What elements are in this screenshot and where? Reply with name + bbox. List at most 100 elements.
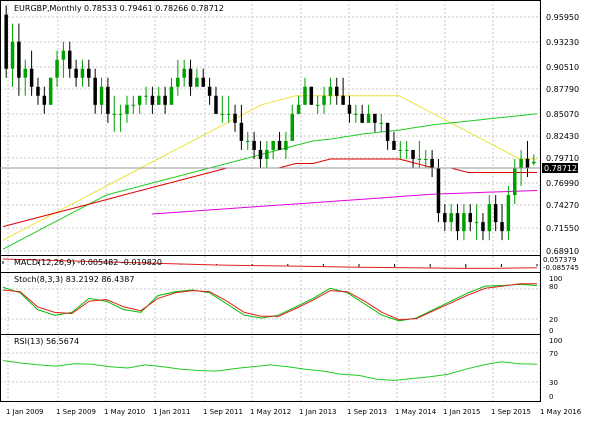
price-tick: 0.90510 bbox=[546, 63, 579, 72]
rsi-line bbox=[2, 360, 538, 381]
price-tick: 0.71550 bbox=[546, 224, 579, 233]
stoch-label: Stoch(8,3,3) 83.2192 86.4387 bbox=[14, 275, 134, 284]
time-tick: 1 Jan 2013 bbox=[299, 408, 337, 416]
candle-body bbox=[4, 14, 8, 69]
time-tick: 1 Sep 2013 bbox=[347, 408, 387, 416]
candle-body bbox=[157, 95, 161, 105]
candle-body bbox=[207, 86, 212, 96]
time-axis: 1 Jan 2009 1 Sep 2009 1 May 2010 1 Jan 2… bbox=[6, 408, 582, 416]
price-tick: 0.76990 bbox=[546, 179, 579, 188]
time-tick: 1 May 2012 bbox=[250, 408, 291, 416]
price-tick: 0.93230 bbox=[546, 38, 579, 47]
macd-label: MACD(12,26,9) -0.005482 -0.019820 bbox=[14, 258, 162, 267]
candle-body bbox=[74, 68, 78, 78]
candle-body bbox=[436, 167, 441, 214]
candle-body bbox=[500, 222, 504, 232]
candle-body bbox=[474, 222, 479, 224]
candle-body bbox=[481, 222, 485, 232]
price-tick: 0.79710 bbox=[546, 154, 579, 163]
rsi-label: RSI(13) 56.5674 bbox=[14, 337, 79, 346]
time-tick: 1 Jan 2015 bbox=[443, 408, 481, 416]
candle-body bbox=[182, 68, 186, 78]
candle-body bbox=[118, 113, 123, 115]
price-tick: 0.85070 bbox=[546, 110, 579, 119]
candle-body bbox=[404, 149, 409, 151]
candle-body bbox=[252, 140, 256, 150]
candle-body bbox=[366, 113, 371, 123]
macd-axis: 0.057379 -0.085745 bbox=[543, 256, 579, 272]
time-tick: 1 May 2014 bbox=[395, 408, 437, 416]
candle-body bbox=[462, 213, 466, 232]
rsi-tick: 30 bbox=[549, 379, 558, 387]
candle-body bbox=[10, 41, 15, 69]
candle-body bbox=[131, 104, 136, 106]
candle-body bbox=[468, 213, 472, 223]
candle-body bbox=[93, 77, 97, 105]
candle-body bbox=[106, 86, 110, 114]
candle-body bbox=[519, 158, 523, 168]
time-tick: 1 Sep 2011 bbox=[203, 408, 243, 416]
ohlc-values-label: 0.78533 0.79461 0.78266 0.78712 bbox=[84, 4, 224, 13]
stoch-tick: 20 bbox=[549, 316, 558, 324]
time-tick: 1 May 2010 bbox=[104, 408, 145, 416]
candle-body bbox=[271, 140, 275, 150]
candle-body bbox=[315, 104, 320, 106]
candle-body bbox=[347, 104, 352, 114]
candle-body bbox=[144, 95, 148, 97]
candle-body bbox=[68, 50, 72, 69]
candle-body bbox=[233, 113, 237, 123]
grid-lines bbox=[0, 0, 541, 402]
candle-body bbox=[239, 122, 244, 141]
candle-body bbox=[214, 95, 218, 114]
candle-body bbox=[42, 95, 47, 105]
candle-body bbox=[398, 149, 403, 151]
chart-symbol-label: EURGBP,Monthly bbox=[14, 4, 82, 13]
candle-body bbox=[246, 140, 250, 142]
candle-body bbox=[328, 86, 333, 96]
stoch-axis: 100 80 20 0 bbox=[549, 275, 562, 335]
candle-body bbox=[449, 213, 453, 223]
candle-body bbox=[354, 113, 358, 115]
candle-body bbox=[290, 113, 294, 141]
candle-body bbox=[411, 149, 415, 159]
candle-body bbox=[55, 59, 59, 78]
candle-body bbox=[513, 167, 517, 196]
candle-body bbox=[424, 158, 428, 160]
candle-body bbox=[163, 95, 167, 105]
price-tick: 0.82430 bbox=[546, 132, 579, 141]
current-price-tag: 0.78712 bbox=[544, 164, 577, 173]
candle-body bbox=[284, 140, 288, 150]
candle-body bbox=[392, 140, 396, 150]
candle-body bbox=[385, 122, 390, 141]
candle-body bbox=[303, 86, 307, 105]
candle-body bbox=[195, 77, 199, 87]
price-tick: 0.87790 bbox=[546, 85, 579, 94]
rsi-axis: 100 70 30 0 bbox=[549, 337, 562, 401]
candle-body bbox=[61, 50, 66, 60]
time-tick: 1 Sep 2009 bbox=[56, 408, 96, 416]
candle-body bbox=[506, 195, 511, 232]
candle-body bbox=[335, 86, 339, 96]
candle-body bbox=[188, 68, 193, 87]
candle-body bbox=[80, 68, 85, 78]
candle-body bbox=[150, 95, 155, 105]
rsi-tick: 0 bbox=[549, 393, 553, 401]
price-tick: 0.95950 bbox=[546, 13, 579, 22]
candle-body bbox=[296, 104, 301, 114]
candle-body bbox=[532, 161, 536, 164]
rsi-tick: 70 bbox=[549, 350, 558, 358]
candle-body bbox=[29, 68, 34, 87]
stoch-tick: 0 bbox=[549, 327, 553, 335]
candle-body bbox=[36, 86, 40, 96]
moving-average-magenta bbox=[151, 190, 538, 215]
metatrader-chart[interactable]: EURGBP,Monthly 0.78533 0.79461 0.78266 0… bbox=[0, 0, 611, 424]
candle-body bbox=[201, 77, 205, 87]
time-tick: 1 Sep 2015 bbox=[491, 408, 531, 416]
candle-body bbox=[23, 68, 27, 78]
candle-body bbox=[125, 104, 129, 114]
candle-body bbox=[417, 158, 422, 160]
price-tick: 0.68910 bbox=[546, 247, 579, 256]
candle-body bbox=[265, 149, 269, 159]
candle-body bbox=[169, 86, 174, 105]
panel-borders bbox=[0, 0, 541, 402]
